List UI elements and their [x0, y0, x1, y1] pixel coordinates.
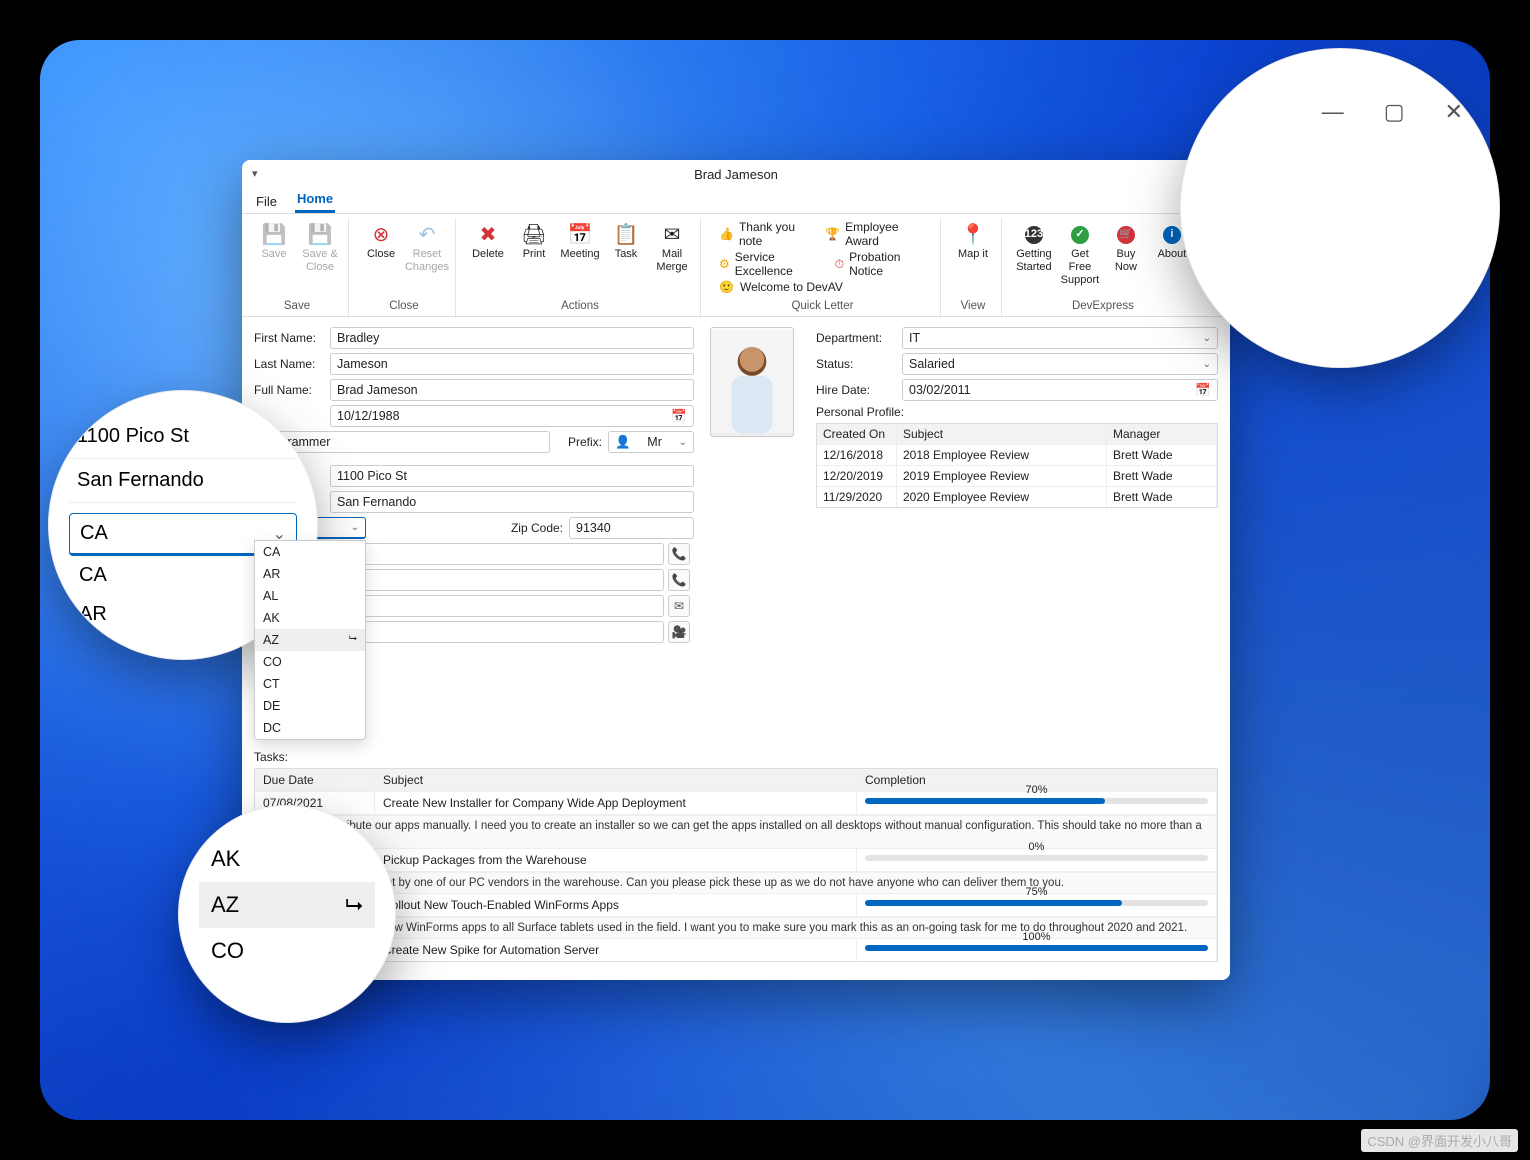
menubar: File Home	[242, 188, 1230, 214]
ql-service[interactable]: ⚙Service Excellence	[719, 250, 823, 278]
magnifier-statelist: AK AZ⮡ CO	[178, 805, 396, 1023]
dob-input[interactable]: 10/12/1988📅	[330, 405, 694, 427]
mobile-phone-input[interactable]	[348, 569, 664, 591]
city-input[interactable]: San Fernando	[330, 491, 694, 513]
ql-thank[interactable]: 👍Thank you note	[719, 220, 813, 248]
mail-icon[interactable]: ✉	[668, 595, 690, 617]
mail-merge-button[interactable]: ✉Mail Merge	[650, 218, 694, 278]
titlebar: ▾ Brad Jameson	[242, 160, 1230, 188]
table-row[interactable]: 12/20/20192019 Employee ReviewBrett Wade	[817, 465, 1217, 486]
home-phone-input[interactable]	[348, 543, 664, 565]
save-button: 💾Save	[252, 218, 296, 278]
state-option[interactable]: CO	[255, 651, 365, 673]
calendar-icon[interactable]: 📅	[1195, 383, 1211, 398]
minimize-button[interactable]: —	[1322, 99, 1344, 125]
app-menu-icon[interactable]: ▾	[252, 167, 258, 180]
task-row[interactable]: 06/27/2021Create New Spike for Automatio…	[255, 938, 1217, 961]
tasks-table: Due DateSubjectCompletion 07/08/2021Crea…	[254, 768, 1218, 962]
prefix-select[interactable]: 👤Mr⌄	[608, 431, 694, 453]
title-input[interactable]: Programmer	[254, 431, 550, 453]
first-name-input[interactable]: Bradley	[330, 327, 694, 349]
app-window: ▾ Brad Jameson File Home 💾Save 💾Save & C…	[242, 160, 1230, 980]
state-option[interactable]: DC	[255, 717, 365, 739]
close-window-button[interactable]: ✕	[1445, 99, 1463, 125]
zip-input[interactable]: 91340	[569, 517, 694, 539]
last-name-input[interactable]: Jameson	[330, 353, 694, 375]
state-option[interactable]: CT	[255, 673, 365, 695]
maximize-button[interactable]: ▢	[1384, 99, 1405, 125]
dept-select[interactable]: IT⌄	[902, 327, 1218, 349]
status-select[interactable]: Salaried⌄	[902, 353, 1218, 375]
state-option[interactable]: DE	[255, 695, 365, 717]
support-button[interactable]: ✓Get Free Support	[1058, 218, 1102, 292]
tab-file[interactable]: File	[254, 190, 279, 213]
task-button[interactable]: 📋Task	[604, 218, 648, 278]
ql-award[interactable]: 🏆Employee Award	[825, 220, 926, 248]
window-title: Brad Jameson	[694, 167, 778, 182]
magnifier-window-controls: — ▢ ✕	[1180, 48, 1500, 368]
state-option[interactable]: AL	[255, 585, 365, 607]
task-row[interactable]: 07/08/2021Create New Installer for Compa…	[255, 791, 1217, 814]
full-name-input[interactable]: Brad Jameson	[330, 379, 694, 401]
ql-welcome[interactable]: 🙂Welcome to DevAV	[719, 280, 926, 294]
ql-probation[interactable]: ⏱Probation Notice	[835, 250, 926, 278]
delete-button[interactable]: ✖Delete	[466, 218, 510, 278]
meeting-button[interactable]: 📅Meeting	[558, 218, 602, 278]
hire-date-input[interactable]: 03/02/2011📅	[902, 379, 1218, 401]
table-row[interactable]: 12/16/20182018 Employee ReviewBrett Wade	[817, 444, 1217, 465]
state-option[interactable]: AR	[255, 563, 365, 585]
skype-input[interactable]	[348, 621, 664, 643]
tab-home[interactable]: Home	[295, 187, 335, 213]
task-row[interactable]: 06/30/2021Rollout New Touch-Enabled WinF…	[255, 893, 1217, 916]
close-button[interactable]: ⊗Close	[359, 218, 403, 278]
state-option[interactable]: CA	[255, 541, 365, 563]
profile-table: Created OnSubjectManager 12/16/20182018 …	[816, 423, 1218, 508]
state-option[interactable]: AK	[255, 607, 365, 629]
buy-button[interactable]: 🛒Buy Now	[1104, 218, 1148, 292]
calendar-icon[interactable]: 📅	[671, 409, 687, 424]
phone-icon[interactable]: 📞	[668, 569, 690, 591]
email-input[interactable]	[348, 595, 664, 617]
map-button[interactable]: 📍Map it	[951, 218, 995, 278]
getting-started-button[interactable]: 123Getting Started	[1012, 218, 1056, 292]
employee-photo	[710, 327, 794, 437]
phone-icon[interactable]: 📞	[668, 543, 690, 565]
reset-button: ↶Reset Changes	[405, 218, 449, 278]
save-close-button: 💾Save & Close	[298, 218, 342, 278]
ribbon: 💾Save 💾Save & Close Save ⊗Close ↶Reset C…	[242, 214, 1230, 317]
print-button[interactable]: 🖨Print	[512, 218, 556, 278]
video-icon[interactable]: 🎥	[668, 621, 690, 643]
address-input[interactable]: 1100 Pico St	[330, 465, 694, 487]
state-dropdown-list: CA AR AL AK AZ⮡ CO CT DE DC	[254, 540, 366, 740]
watermark: CSDN @界面开发小八哥	[1361, 1129, 1518, 1152]
cursor-icon: ⮡	[345, 892, 363, 918]
task-row[interactable]: 07/01/2021Pickup Packages from the Wareh…	[255, 848, 1217, 871]
state-option[interactable]: AZ⮡	[255, 629, 365, 651]
table-row[interactable]: 11/29/20202020 Employee ReviewBrett Wade	[817, 486, 1217, 507]
